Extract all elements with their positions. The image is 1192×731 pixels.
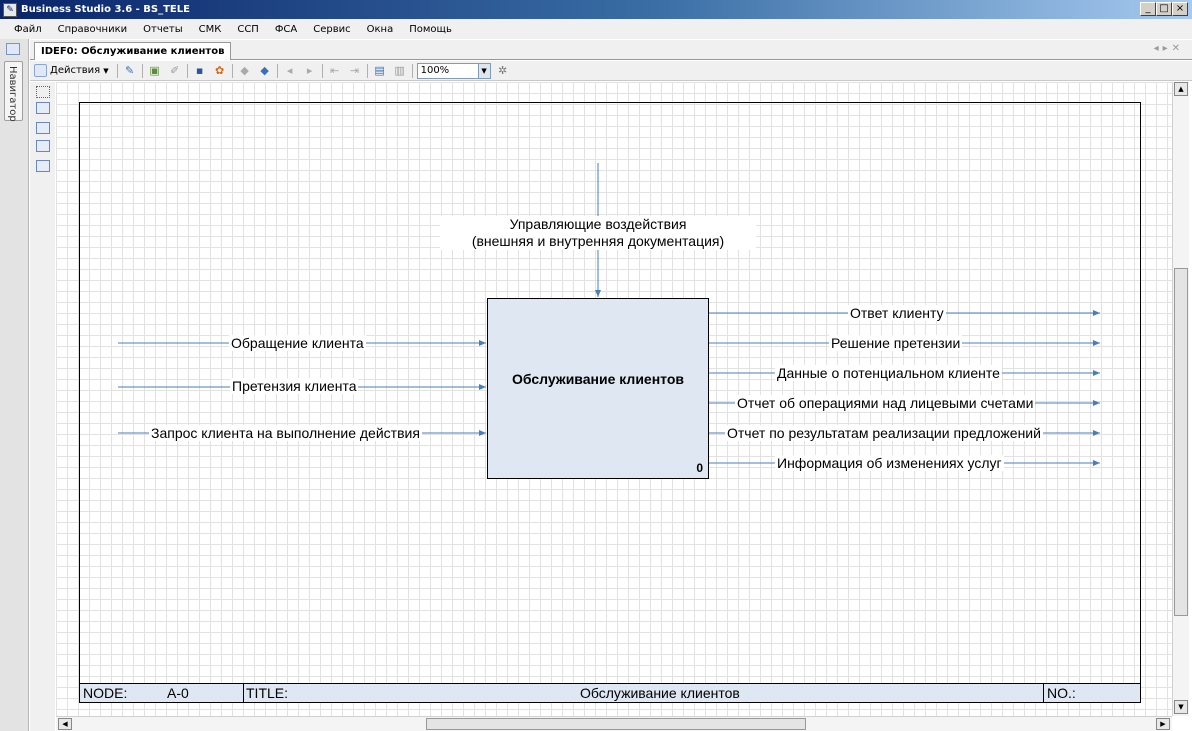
zoom-field[interactable]: 100% — [416, 62, 479, 79]
link-back-icon[interactable]: ⇤ — [327, 63, 343, 79]
app-icon: ✎ — [3, 2, 17, 17]
function-number: 0 — [696, 461, 703, 475]
diagram-toolbar: Действия ▼ ✎ ▣ ✐ ▪ ✿ ◆ ◆ ◂ ▸ ⇤ ⇥ ▤ ▥ 100… — [30, 61, 1192, 81]
refresh-icon[interactable]: ✿ — [212, 63, 228, 79]
input-label[interactable]: Обращение клиента — [229, 335, 366, 351]
control-label[interactable]: Управляющие воздействия (внешняя и внутр… — [440, 216, 756, 250]
vertical-scrollbar[interactable]: ▲ ▼ — [1172, 82, 1189, 716]
menu-service[interactable]: Сервис — [305, 24, 358, 35]
settings-icon[interactable]: ✲ — [495, 63, 511, 79]
frame-tool-icon[interactable] — [36, 140, 50, 152]
window-titlebar: ✎ Business Studio 3.6 - BS_TELE _ □ × — [0, 0, 1192, 19]
toolbar-separator — [276, 63, 278, 78]
input-label[interactable]: Претензия клиента — [230, 378, 359, 394]
function-box[interactable]: Обслуживание клиентов 0 — [487, 298, 709, 479]
navigate-up-icon[interactable]: ◆ — [237, 63, 253, 79]
tab-scroll-arrows-icon[interactable]: ◂▸✕ — [1154, 43, 1184, 54]
output-label[interactable]: Данные о потенциальном клиенте — [775, 365, 1002, 381]
menu-references[interactable]: Справочники — [50, 24, 136, 35]
scroll-down-icon[interactable]: ▼ — [1174, 700, 1188, 714]
menu-fsa[interactable]: ФСА — [267, 24, 305, 35]
navigate-down-icon[interactable]: ◆ — [257, 63, 273, 79]
menu-reports[interactable]: Отчеты — [135, 24, 190, 35]
connector-tool-icon[interactable] — [36, 86, 50, 98]
menu-windows[interactable]: Окна — [359, 24, 402, 35]
actions-icon — [34, 64, 47, 77]
title-label: TITLE: — [246, 685, 289, 701]
function-title: Обслуживание клиентов — [511, 371, 685, 387]
toolbar-separator — [186, 63, 188, 78]
close-button[interactable]: × — [1172, 2, 1188, 16]
input-label[interactable]: Запрос клиента на выполнение действия — [149, 425, 422, 441]
toolbar-separator — [231, 63, 233, 78]
link-forward-icon[interactable]: ⇥ — [347, 63, 363, 79]
window-controls: _ □ × — [1140, 2, 1188, 16]
navigator-strip: Навигатор — [0, 39, 29, 731]
maximize-button[interactable]: □ — [1156, 2, 1172, 16]
scroll-right-icon[interactable]: ▶ — [1156, 718, 1170, 730]
node-value: A-0 — [167, 685, 189, 701]
node-label: NODE: — [83, 685, 128, 701]
toolbar-separator — [116, 63, 118, 78]
menu-ssp[interactable]: ССП — [229, 24, 266, 35]
toolbar-separator — [141, 63, 143, 78]
tab-idef0-diagram[interactable]: IDEF0: Обслуживание клиентов — [34, 42, 232, 60]
output-label[interactable]: Решение претензии — [829, 335, 963, 351]
chevron-down-icon[interactable]: ▼ — [478, 62, 491, 79]
navigator-tab-label: Навигатор — [7, 66, 18, 122]
navigator-tab[interactable]: Навигатор — [4, 61, 23, 122]
document-tab-bar: IDEF0: Обслуживание клиентов ◂▸✕ — [30, 40, 1192, 60]
title-value: Обслуживание клиентов — [580, 685, 740, 701]
output-label[interactable]: Ответ клиенту — [848, 305, 946, 321]
output-label[interactable]: Отчет об операциями над лицевыми счетами — [735, 395, 1036, 411]
scroll-left-icon[interactable]: ◀ — [58, 718, 72, 730]
image-tool-icon[interactable] — [36, 122, 50, 134]
back-icon[interactable]: ◂ — [282, 63, 298, 79]
chevron-down-icon: ▼ — [103, 66, 109, 75]
export-icon[interactable]: ▥ — [392, 63, 408, 79]
toolbar-separator — [366, 63, 368, 78]
footer-divider — [243, 684, 244, 703]
window-title: Business Studio 3.6 - BS_TELE — [21, 4, 190, 15]
vertical-scroll-thumb[interactable] — [1174, 268, 1188, 616]
toolbar-separator — [321, 63, 323, 78]
control-label-line1: Управляющие воздействия — [509, 216, 687, 232]
tool-palette — [30, 82, 55, 731]
horizontal-scroll-thumb[interactable] — [426, 718, 806, 730]
menu-bar: Файл Справочники Отчеты СМК ССП ФСА Серв… — [0, 19, 1192, 39]
diagram-footer: NODE: A-0 TITLE: Обслуживание клиентов N… — [80, 683, 1140, 703]
scroll-up-icon[interactable]: ▲ — [1174, 82, 1188, 96]
picture-icon[interactable]: ▣ — [147, 63, 163, 79]
layout-tool-icon[interactable] — [36, 160, 50, 172]
horizontal-scrollbar[interactable]: ◀ ▶ — [56, 716, 1172, 731]
zoom-select[interactable]: 100% ▼ — [416, 62, 491, 79]
menu-smk[interactable]: СМК — [191, 24, 230, 35]
report-icon[interactable]: ▤ — [372, 63, 388, 79]
save-icon[interactable]: ▪ — [192, 63, 208, 79]
output-label[interactable]: Информация об изменениях услуг — [775, 455, 1004, 471]
actions-label: Действия — [50, 65, 101, 76]
forward-icon[interactable]: ▸ — [302, 63, 318, 79]
menu-help[interactable]: Помощь — [401, 24, 460, 35]
edit-icon[interactable]: ✎ — [122, 63, 138, 79]
control-label-line2: (внешняя и внутренняя документация) — [471, 233, 725, 249]
no-label: NO.: — [1047, 685, 1076, 701]
footer-divider — [1043, 684, 1044, 703]
minimize-button[interactable]: _ — [1140, 2, 1156, 16]
menu-file[interactable]: Файл — [6, 24, 50, 35]
actions-dropdown[interactable]: Действия ▼ — [34, 64, 113, 77]
output-label[interactable]: Отчет по результатам реализации предложе… — [725, 425, 1043, 441]
navigator-pin-icon[interactable] — [6, 43, 20, 55]
brush-icon[interactable]: ✐ — [167, 63, 183, 79]
rectangle-tool-icon[interactable] — [36, 102, 50, 114]
toolbar-separator — [411, 63, 413, 78]
